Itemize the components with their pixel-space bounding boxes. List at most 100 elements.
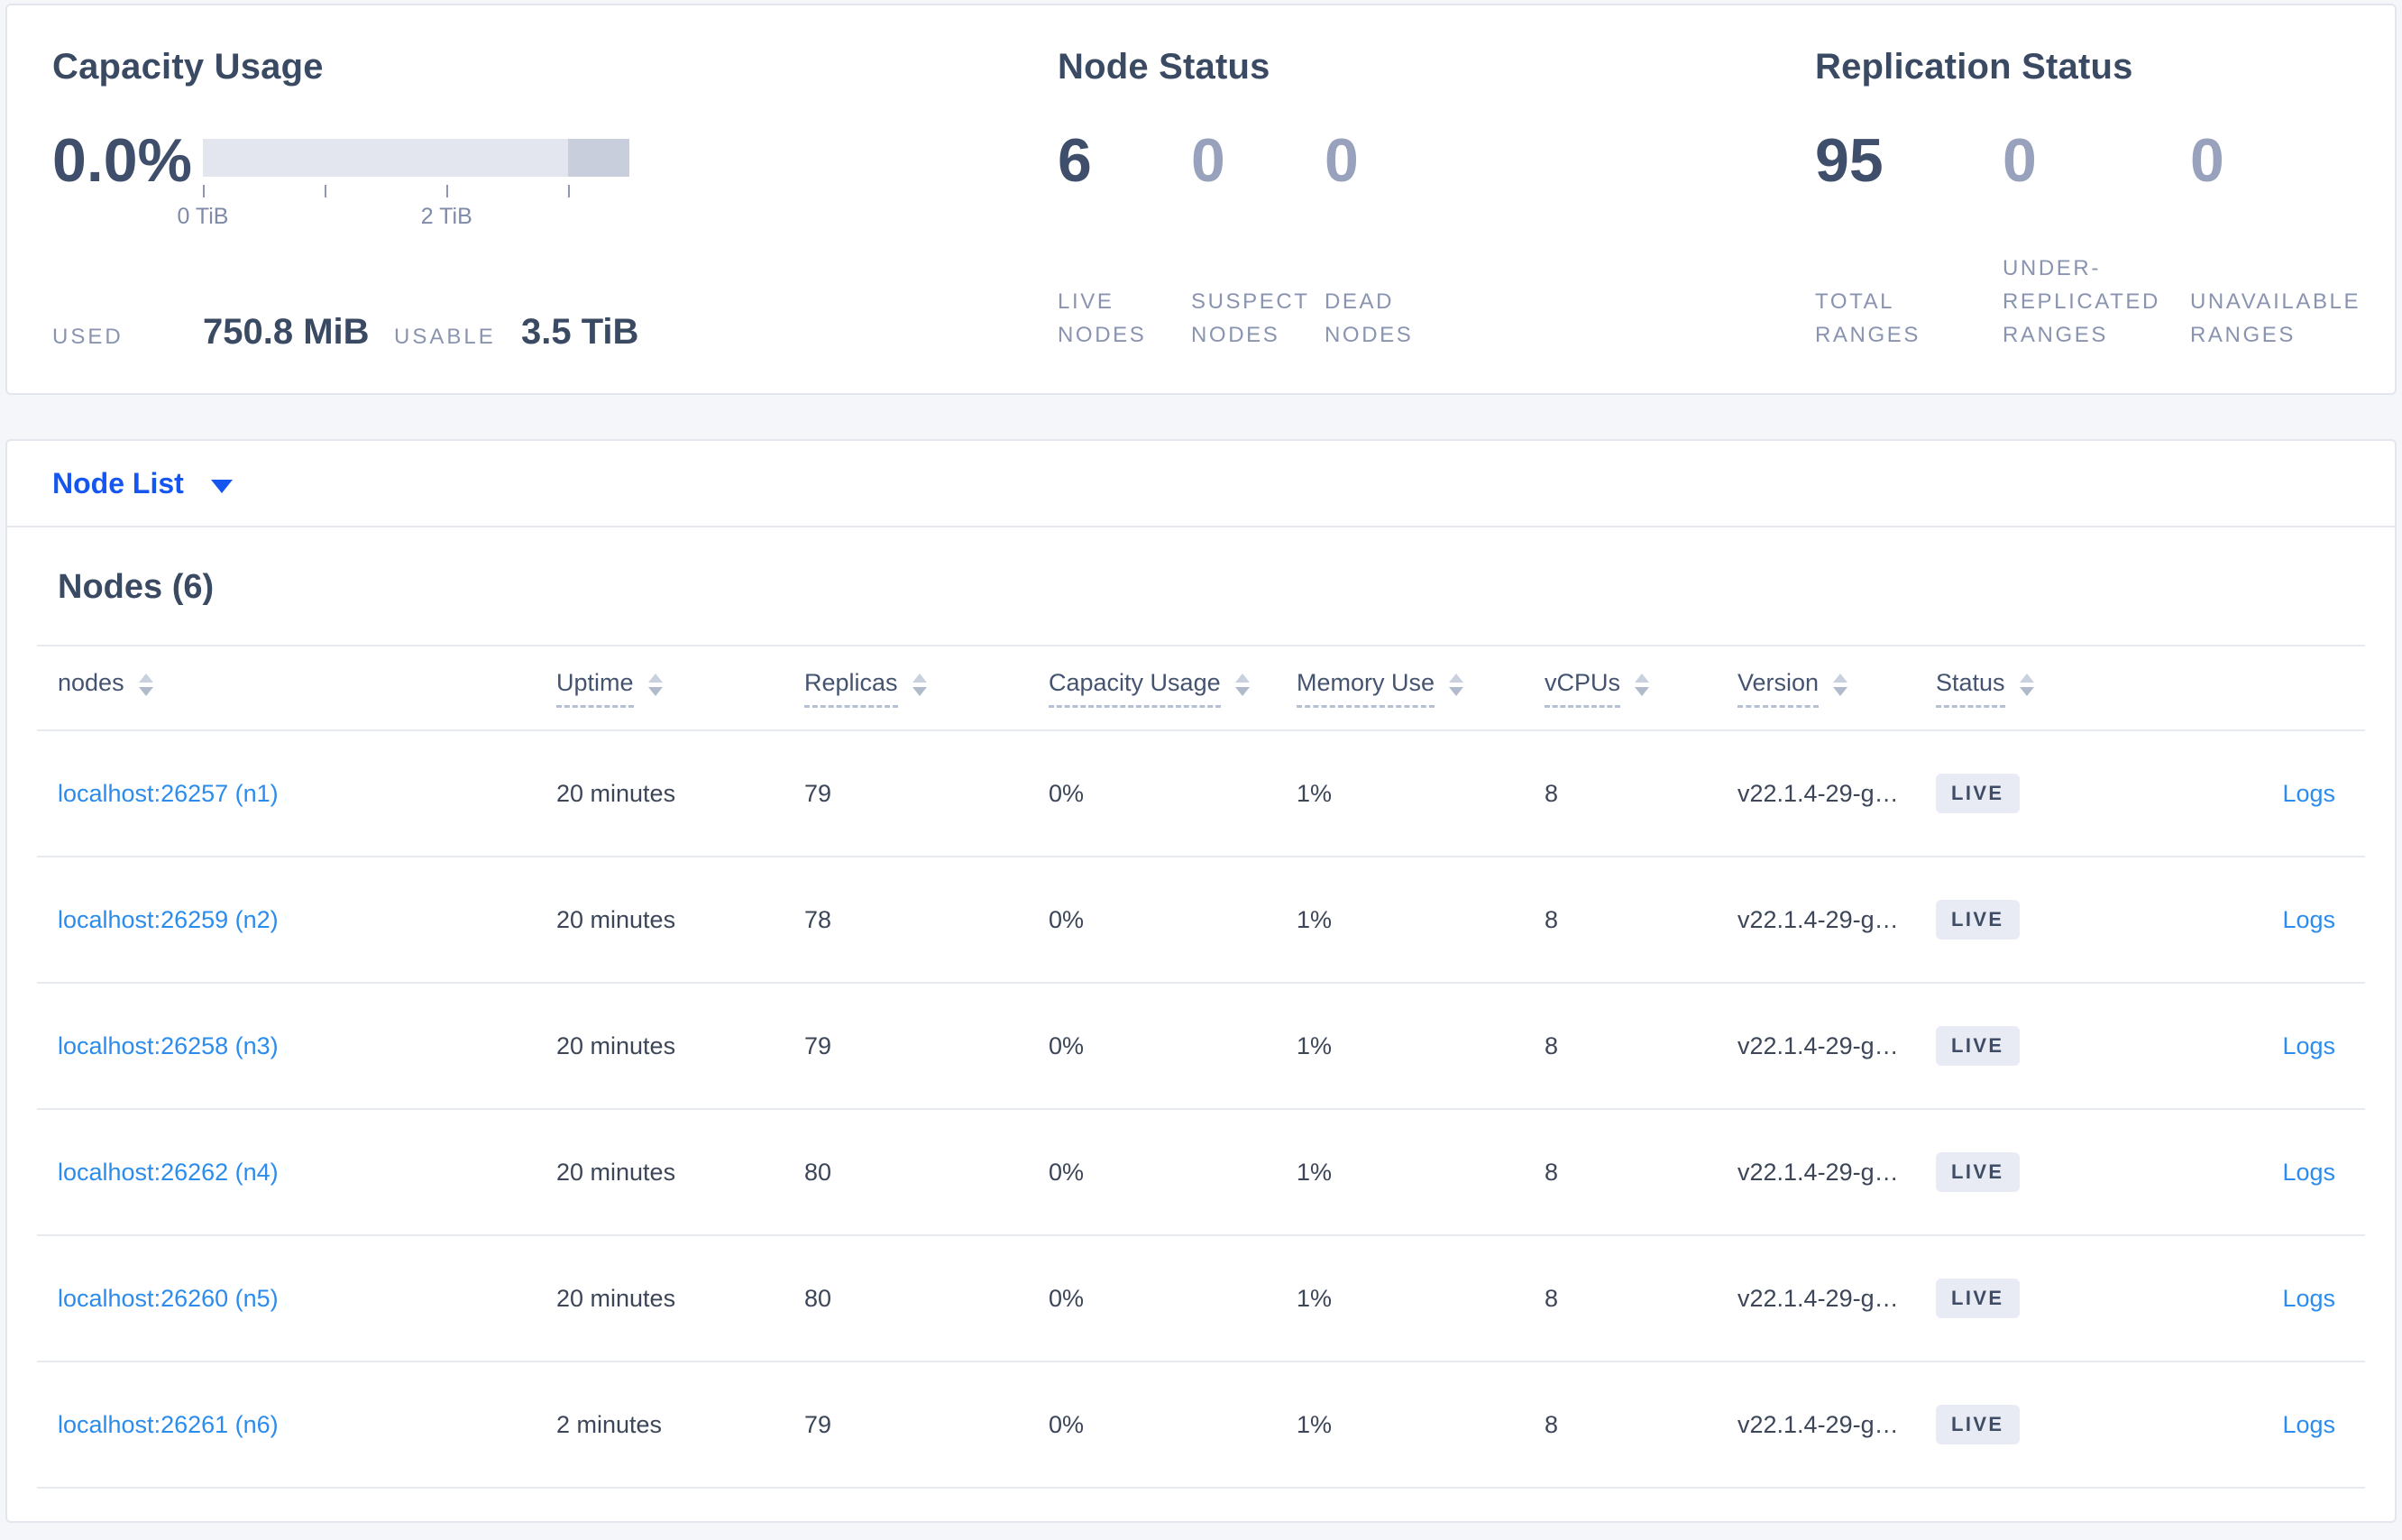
- column-header[interactable]: Uptime: [556, 669, 804, 708]
- capacity-usage-cell: 0%: [1049, 1410, 1085, 1438]
- node-link[interactable]: localhost:26258 (n3): [58, 1032, 279, 1059]
- capacity-axis-ticks: [203, 185, 629, 198]
- column-header[interactable]: nodes: [58, 669, 556, 708]
- column-header[interactable]: Status: [1936, 669, 2166, 708]
- version-cell: v22.1.4-29-g…: [1737, 1158, 1899, 1186]
- replicas-cell: 80: [804, 1284, 832, 1312]
- capacity-usage-cell: 0%: [1049, 1031, 1085, 1059]
- sort-icon: [138, 673, 153, 696]
- uptime-cell: 20 minutes: [556, 1031, 676, 1059]
- uptime-cell: 20 minutes: [556, 1284, 676, 1312]
- column-header-label: nodes: [58, 668, 124, 696]
- version-cell: v22.1.4-29-g…: [1737, 1410, 1899, 1438]
- capacity-usage-cell: 0%: [1049, 1284, 1085, 1312]
- sort-up-triangle-icon: [1635, 673, 1650, 683]
- stat-value: 0: [1325, 126, 1359, 195]
- nodes-table-title: Nodes (6): [58, 568, 215, 606]
- logs-link[interactable]: Logs: [2282, 780, 2335, 807]
- uptime-cell: 20 minutes: [556, 1158, 676, 1186]
- node-link[interactable]: localhost:26262 (n4): [58, 1159, 279, 1186]
- sort-icon: [1449, 673, 1464, 696]
- nodes-table-section: Nodes (6) nodes Uptime Replicas Capacity…: [7, 567, 2395, 1489]
- replicas-cell: 79: [804, 1031, 832, 1059]
- version-cell: v22.1.4-29-g…: [1737, 1284, 1899, 1312]
- capacity-usage-cell: 0%: [1049, 1158, 1085, 1186]
- memory-use-cell: 1%: [1297, 1410, 1333, 1438]
- vcpus-cell: 8: [1545, 1158, 1559, 1186]
- stat-item: 95 TOTAL RANGES: [1815, 126, 2003, 352]
- cluster-overview-page: Capacity Usage 0.0% 0 TiB 2 TiB USED 750…: [0, 4, 2402, 1523]
- node-list-card: Node List Nodes (6) nodes Uptime Replica…: [5, 439, 2397, 1523]
- memory-use-cell: 1%: [1297, 905, 1333, 933]
- divider: [7, 526, 2395, 527]
- status-badge: LIVE: [1936, 1026, 2020, 1066]
- node-table-row: localhost:26260 (n5) 20 minutes 80 0% 1%…: [37, 1236, 2365, 1362]
- node-status-section: Node Status 6 LIVE NODES 0 SUSPECT NODES: [1058, 45, 1815, 353]
- logs-link[interactable]: Logs: [2282, 1285, 2335, 1312]
- sort-up-triangle-icon: [138, 673, 153, 683]
- node-list-dropdown-label: Node List: [52, 466, 184, 500]
- version-cell: v22.1.4-29-g…: [1737, 779, 1899, 807]
- logs-link[interactable]: Logs: [2282, 1159, 2335, 1186]
- usable-value: 3.5 TiB: [521, 312, 639, 352]
- column-header[interactable]: Replicas: [804, 669, 1049, 708]
- capacity-usage-title: Capacity Usage: [52, 47, 324, 87]
- node-link[interactable]: localhost:26257 (n1): [58, 780, 279, 807]
- column-header-label: Version: [1737, 669, 1820, 708]
- nodes-table-header-row: nodes Uptime Replicas Capacity Usage Mem…: [37, 646, 2365, 731]
- node-list-dropdown[interactable]: Node List: [7, 441, 2395, 526]
- column-header[interactable]: Capacity Usage: [1049, 669, 1297, 708]
- stat-value: 6: [1058, 126, 1092, 195]
- used-value: 750.8 MiB: [203, 312, 370, 352]
- axis-tick: [203, 185, 205, 197]
- node-status-stats: 6 LIVE NODES 0 SUSPECT NODES 0 DEAD NODE…: [1058, 126, 1815, 352]
- column-header[interactable]: vCPUs: [1545, 669, 1737, 708]
- capacity-bar-reserved-segment: [568, 139, 629, 177]
- capacity-axis-labels: 0 TiB 2 TiB: [178, 204, 629, 233]
- capacity-bar-chart: 0 TiB 2 TiB: [178, 126, 629, 233]
- node-table-row: localhost:26257 (n1) 20 minutes 79 0% 1%…: [37, 731, 2365, 857]
- vcpus-cell: 8: [1545, 779, 1559, 807]
- stat-value: 0: [2003, 126, 2037, 195]
- axis-tick-label: 0 TiB: [177, 204, 229, 229]
- stat-item: 0 SUSPECT NODES: [1191, 126, 1325, 352]
- logs-link[interactable]: Logs: [2282, 906, 2335, 933]
- replication-status-section: Replication Status 95 TOTAL RANGES 0 UND…: [1815, 45, 2378, 353]
- used-label: USED: [52, 325, 124, 349]
- logs-link[interactable]: Logs: [2282, 1411, 2335, 1438]
- replicas-cell: 79: [804, 779, 832, 807]
- sort-down-triangle-icon: [1449, 686, 1464, 696]
- stat-value: 0: [1191, 126, 1225, 195]
- column-header[interactable]: Version: [1737, 669, 1936, 708]
- vcpus-cell: 8: [1545, 905, 1559, 933]
- sort-up-triangle-icon: [1449, 673, 1464, 683]
- sort-down-triangle-icon: [1234, 686, 1250, 696]
- vcpus-cell: 8: [1545, 1410, 1559, 1438]
- sort-down-triangle-icon: [138, 686, 153, 696]
- vcpus-cell: 8: [1545, 1284, 1559, 1312]
- logs-link[interactable]: Logs: [2282, 1032, 2335, 1059]
- replication-status-title: Replication Status: [1815, 47, 2133, 87]
- sort-down-triangle-icon: [1635, 686, 1650, 696]
- stat-item: 0 UNDER-REPLICATED RANGES: [2003, 126, 2190, 352]
- column-header[interactable]: Memory Use: [1297, 669, 1545, 708]
- stat-label: TOTAL RANGES: [1815, 289, 1921, 347]
- sort-down-triangle-icon: [1833, 686, 1848, 696]
- axis-tick: [325, 185, 327, 197]
- node-link[interactable]: localhost:26260 (n5): [58, 1285, 279, 1312]
- node-link[interactable]: localhost:26261 (n6): [58, 1411, 279, 1438]
- node-status-title: Node Status: [1058, 47, 1270, 87]
- stat-item: 6 LIVE NODES: [1058, 126, 1191, 352]
- node-table-row: localhost:26261 (n6) 2 minutes 79 0% 1% …: [37, 1362, 2365, 1489]
- sort-icon: [912, 673, 927, 696]
- memory-use-cell: 1%: [1297, 1284, 1333, 1312]
- capacity-usage-cell: 0%: [1049, 779, 1085, 807]
- stat-label: DEAD NODES: [1325, 289, 1414, 347]
- column-header-label: Uptime: [556, 669, 634, 708]
- node-link[interactable]: localhost:26259 (n2): [58, 906, 279, 933]
- stat-value: 95: [1815, 126, 1884, 195]
- sort-down-triangle-icon: [912, 686, 927, 696]
- sort-icon: [1635, 673, 1650, 696]
- capacity-bar-track: [203, 139, 629, 177]
- nodes-table-body: localhost:26257 (n1) 20 minutes 79 0% 1%…: [37, 731, 2365, 1489]
